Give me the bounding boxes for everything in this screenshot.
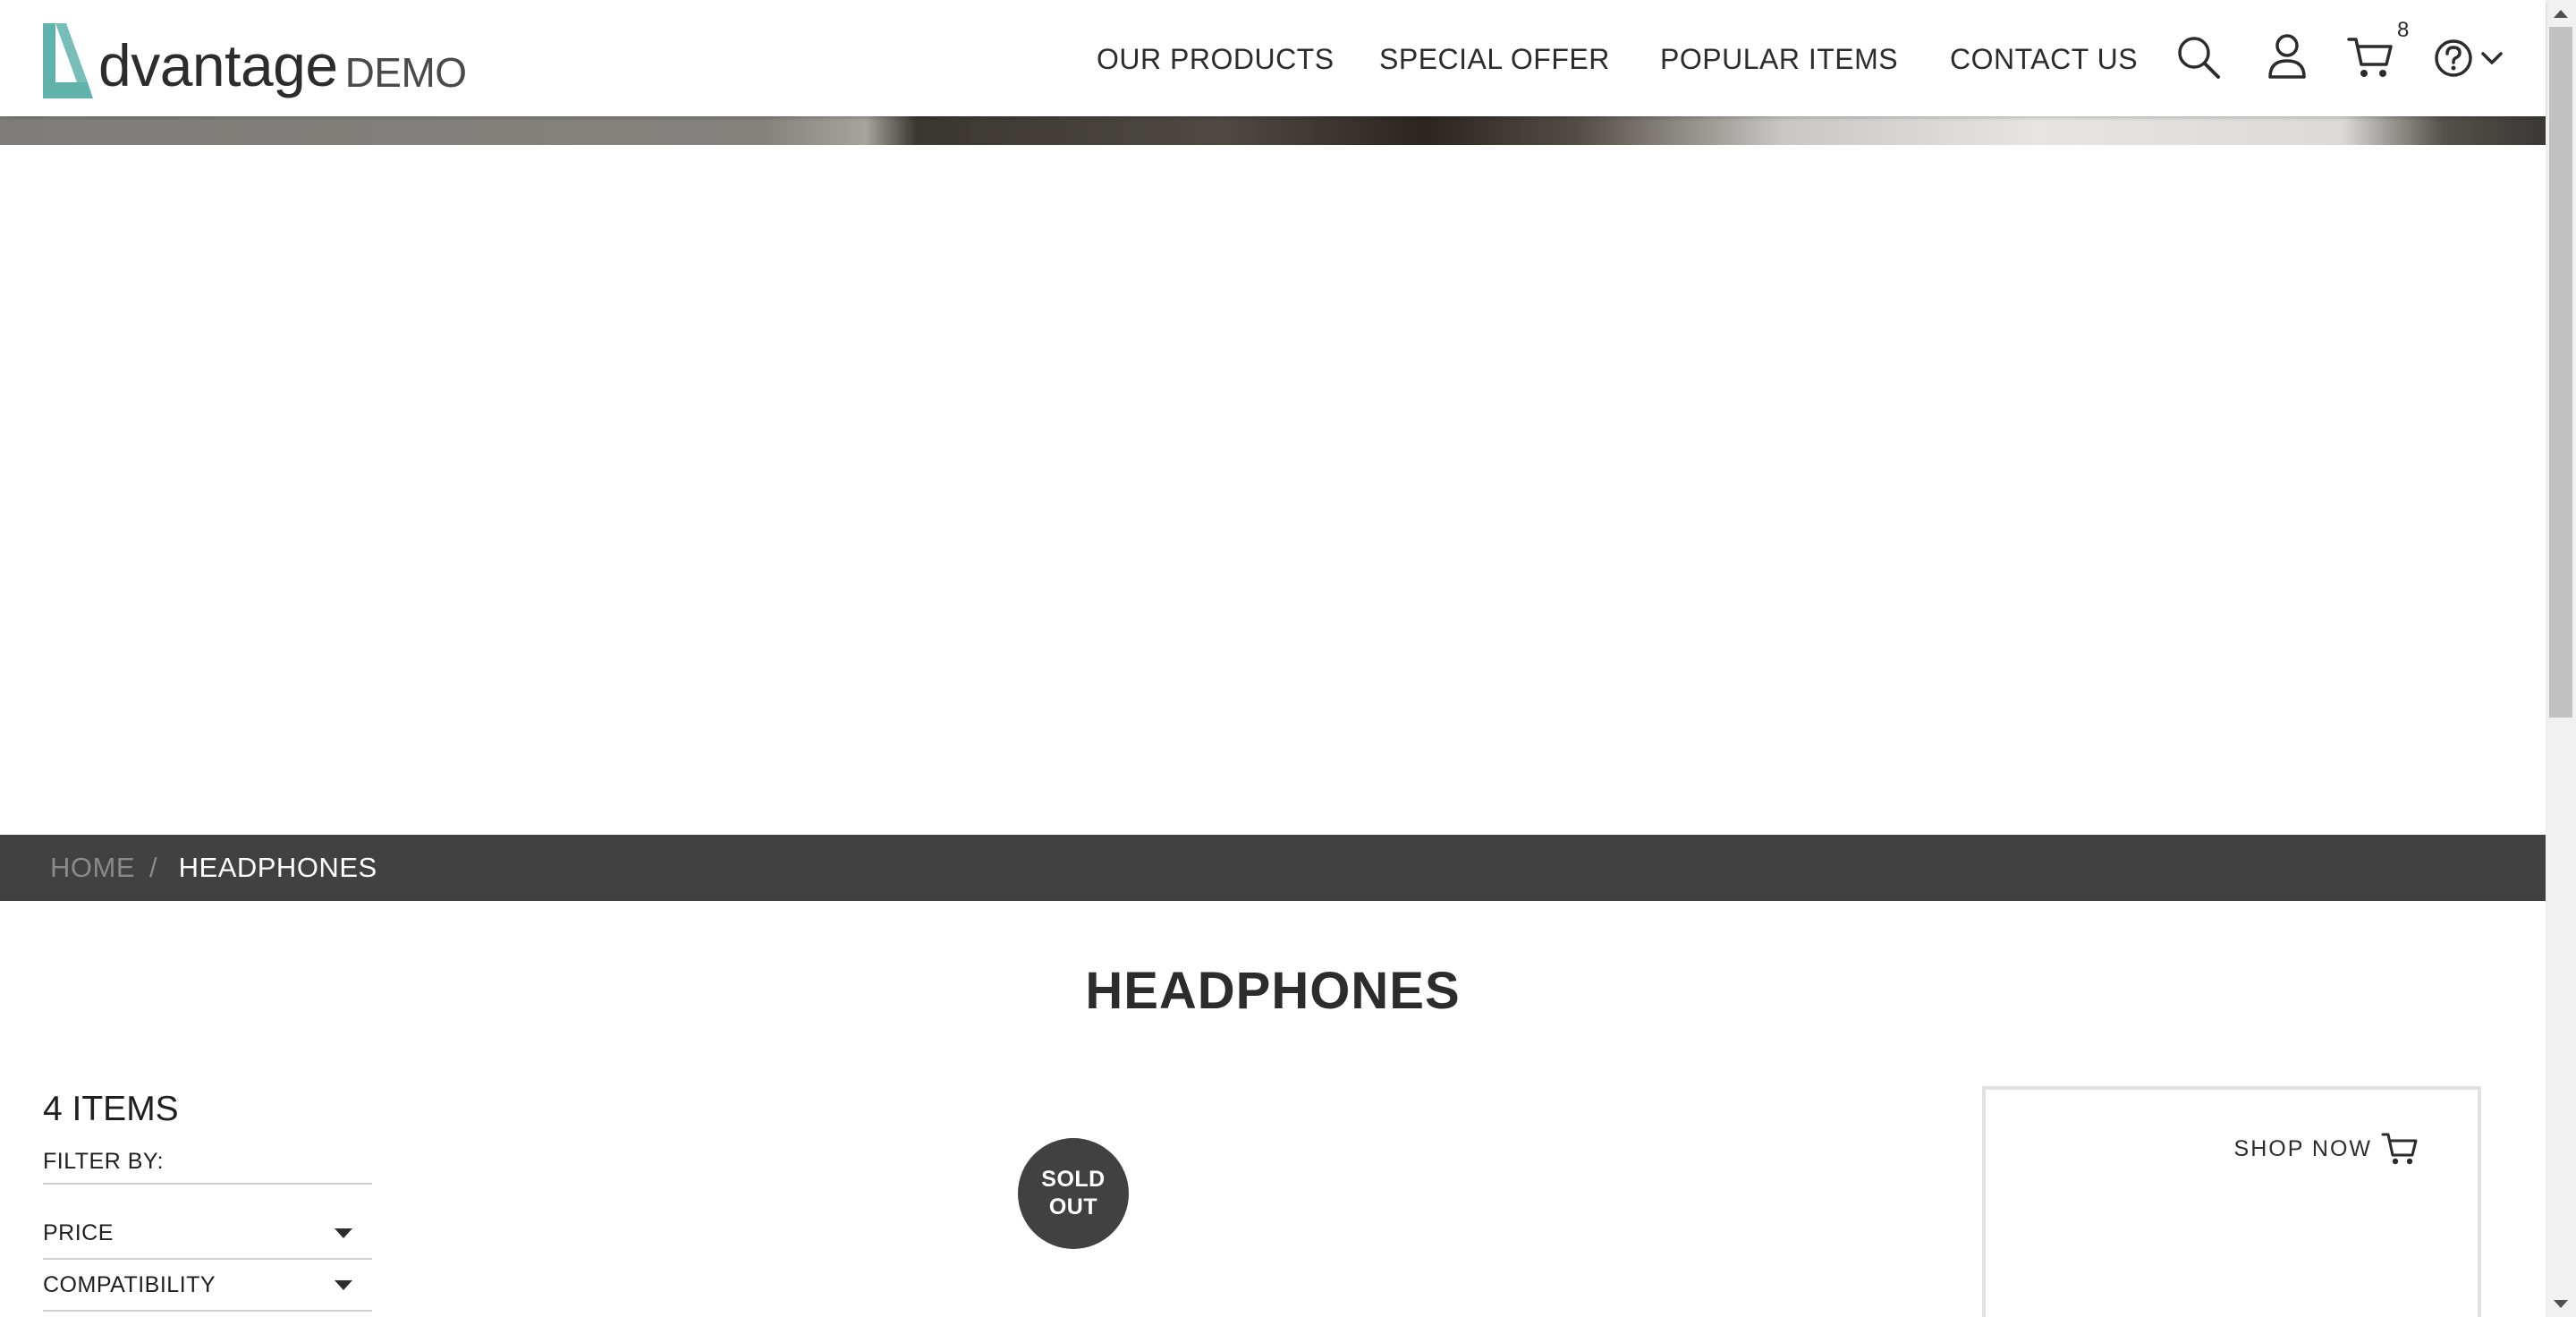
nav-our-products[interactable]: OUR PRODUCTS: [1097, 43, 1335, 76]
breadcrumb-separator: /: [149, 852, 157, 883]
arrow-down-icon: [2554, 1299, 2568, 1308]
site-header: dvantage DEMO OUR PRODUCTS SPECIAL OFFER…: [0, 0, 2546, 116]
nav-popular-items[interactable]: POPULAR ITEMS: [1660, 43, 1898, 76]
divider: [43, 1310, 372, 1312]
shop-now-label: SHOP NOW: [2233, 1135, 2372, 1161]
sold-out-badge: SOLD OUT: [1018, 1138, 1129, 1249]
cart-icon: [2381, 1133, 2418, 1165]
arrow-up-icon: [2554, 9, 2568, 18]
nav-contact-us[interactable]: CONTACT US: [1950, 43, 2138, 76]
cart-count-badge: 8: [2397, 18, 2410, 42]
user-icon[interactable]: [2267, 32, 2308, 81]
help-icon[interactable]: [2433, 38, 2474, 79]
items-count: 4 ITEMS: [43, 1090, 179, 1128]
breadcrumb-home[interactable]: HOME: [50, 852, 135, 884]
page-title: HEADPHONES: [1085, 962, 1461, 1020]
caret-down-icon: [335, 1228, 352, 1238]
filter-by-label: FILTER BY:: [43, 1149, 165, 1174]
scroll-thumb[interactable]: [2549, 27, 2572, 718]
chevron-down-icon[interactable]: [2479, 49, 2504, 67]
sold-out-line2: OUT: [1048, 1194, 1098, 1219]
filter-compatibility[interactable]: COMPATIBILITY: [43, 1267, 361, 1303]
logo-mark-icon: [43, 23, 93, 98]
sold-out-line1: SOLD: [1041, 1166, 1106, 1192]
shop-now-button[interactable]: SHOP NOW: [2234, 1131, 2419, 1167]
filter-price-label: PRICE: [43, 1219, 114, 1245]
nav-special-offer[interactable]: SPECIAL OFFER: [1379, 43, 1610, 76]
scroll-up-button[interactable]: [2546, 0, 2576, 27]
scroll-down-button[interactable]: [2546, 1290, 2576, 1317]
caret-down-icon: [335, 1279, 352, 1290]
filter-compatibility-label: COMPATIBILITY: [43, 1271, 216, 1297]
promo-card: SHOP NOW: [1982, 1086, 2481, 1317]
divider: [43, 1258, 372, 1260]
cart-icon[interactable]: [2347, 34, 2394, 81]
filter-price[interactable]: PRICE: [43, 1215, 361, 1251]
logo[interactable]: dvantage DEMO: [39, 16, 467, 102]
hero-banner: [0, 145, 2546, 835]
logo-word: dvantage: [98, 32, 338, 98]
hero-image-strip: [0, 116, 2546, 145]
breadcrumb-current: HEADPHONES: [178, 852, 377, 883]
divider: [43, 1183, 372, 1185]
breadcrumb: HOME / HEADPHONES: [0, 835, 2546, 901]
logo-suffix: DEMO: [344, 49, 468, 96]
search-icon[interactable]: [2175, 34, 2222, 81]
vertical-scrollbar[interactable]: [2546, 0, 2576, 1317]
